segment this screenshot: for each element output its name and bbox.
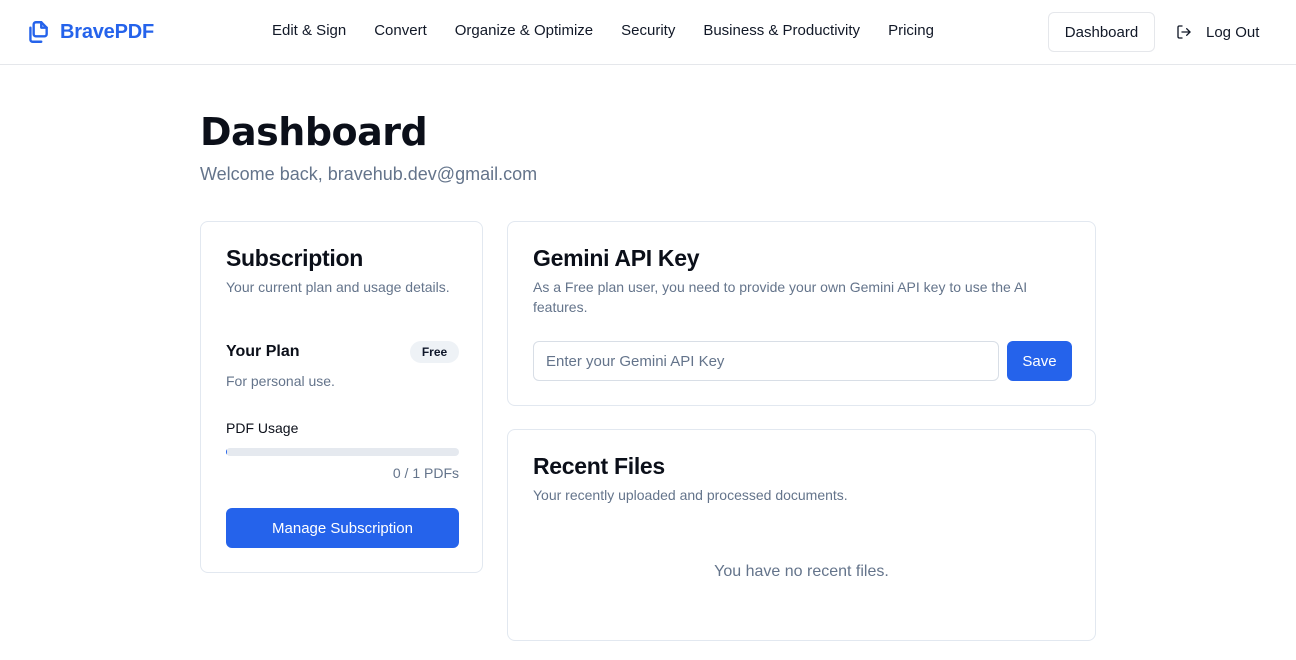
brand-logo-link[interactable]: BravePDF (25, 18, 154, 46)
documents-icon (29, 21, 48, 43)
nav-organize-optimize[interactable]: Organize & Optimize (455, 22, 593, 42)
nav-pricing[interactable]: Pricing (888, 22, 934, 42)
save-api-key-button[interactable]: Save (1007, 341, 1072, 381)
gemini-api-key-input[interactable] (533, 341, 999, 381)
recent-files-card: Recent Files Your recently uploaded and … (507, 429, 1096, 641)
api-key-title: Gemini API Key (533, 245, 700, 271)
plan-badge: Free (410, 341, 459, 363)
subscription-card: Subscription Your current plan and usage… (200, 221, 483, 573)
nav-security[interactable]: Security (621, 22, 675, 42)
main-nav: Edit & Sign Convert Organize & Optimize … (272, 22, 934, 42)
nav-business-productivity[interactable]: Business & Productivity (703, 22, 860, 42)
api-key-description: As a Free plan user, you need to provide… (533, 279, 1028, 315)
log-out-icon (1177, 25, 1191, 39)
nav-edit-sign[interactable]: Edit & Sign (272, 22, 346, 42)
top-navigation-bar: BravePDF Edit & Sign Convert Organize & … (0, 0, 1296, 65)
pdf-usage-progress-bar (226, 448, 459, 456)
subscription-title: Subscription (226, 245, 363, 271)
pdf-usage-progress-fill (226, 448, 228, 456)
brand-name: BravePDF (60, 20, 154, 43)
welcome-message: Welcome back, bravehub.dev@gmail.com (200, 164, 538, 184)
pdf-usage-label: PDF Usage (226, 420, 299, 436)
dashboard-button[interactable]: Dashboard (1048, 12, 1155, 52)
recent-files-title: Recent Files (533, 453, 665, 479)
plan-description: For personal use. (226, 373, 335, 389)
logout-button[interactable]: Log Out (1170, 12, 1270, 52)
page-title: Dashboard (200, 110, 428, 154)
recent-files-description: Your recently uploaded and processed doc… (533, 487, 848, 503)
nav-convert[interactable]: Convert (374, 22, 427, 42)
pdf-usage-count: 0 / 1 PDFs (392, 465, 459, 481)
gemini-api-key-card: Gemini API Key As a Free plan user, you … (507, 221, 1096, 406)
subscription-description: Your current plan and usage details. (226, 279, 450, 295)
manage-subscription-button[interactable]: Manage Subscription (226, 508, 459, 548)
logout-label: Log Out (1206, 23, 1260, 41)
recent-files-empty-message: You have no recent files. (714, 563, 889, 580)
plan-label: Your Plan (226, 343, 300, 360)
